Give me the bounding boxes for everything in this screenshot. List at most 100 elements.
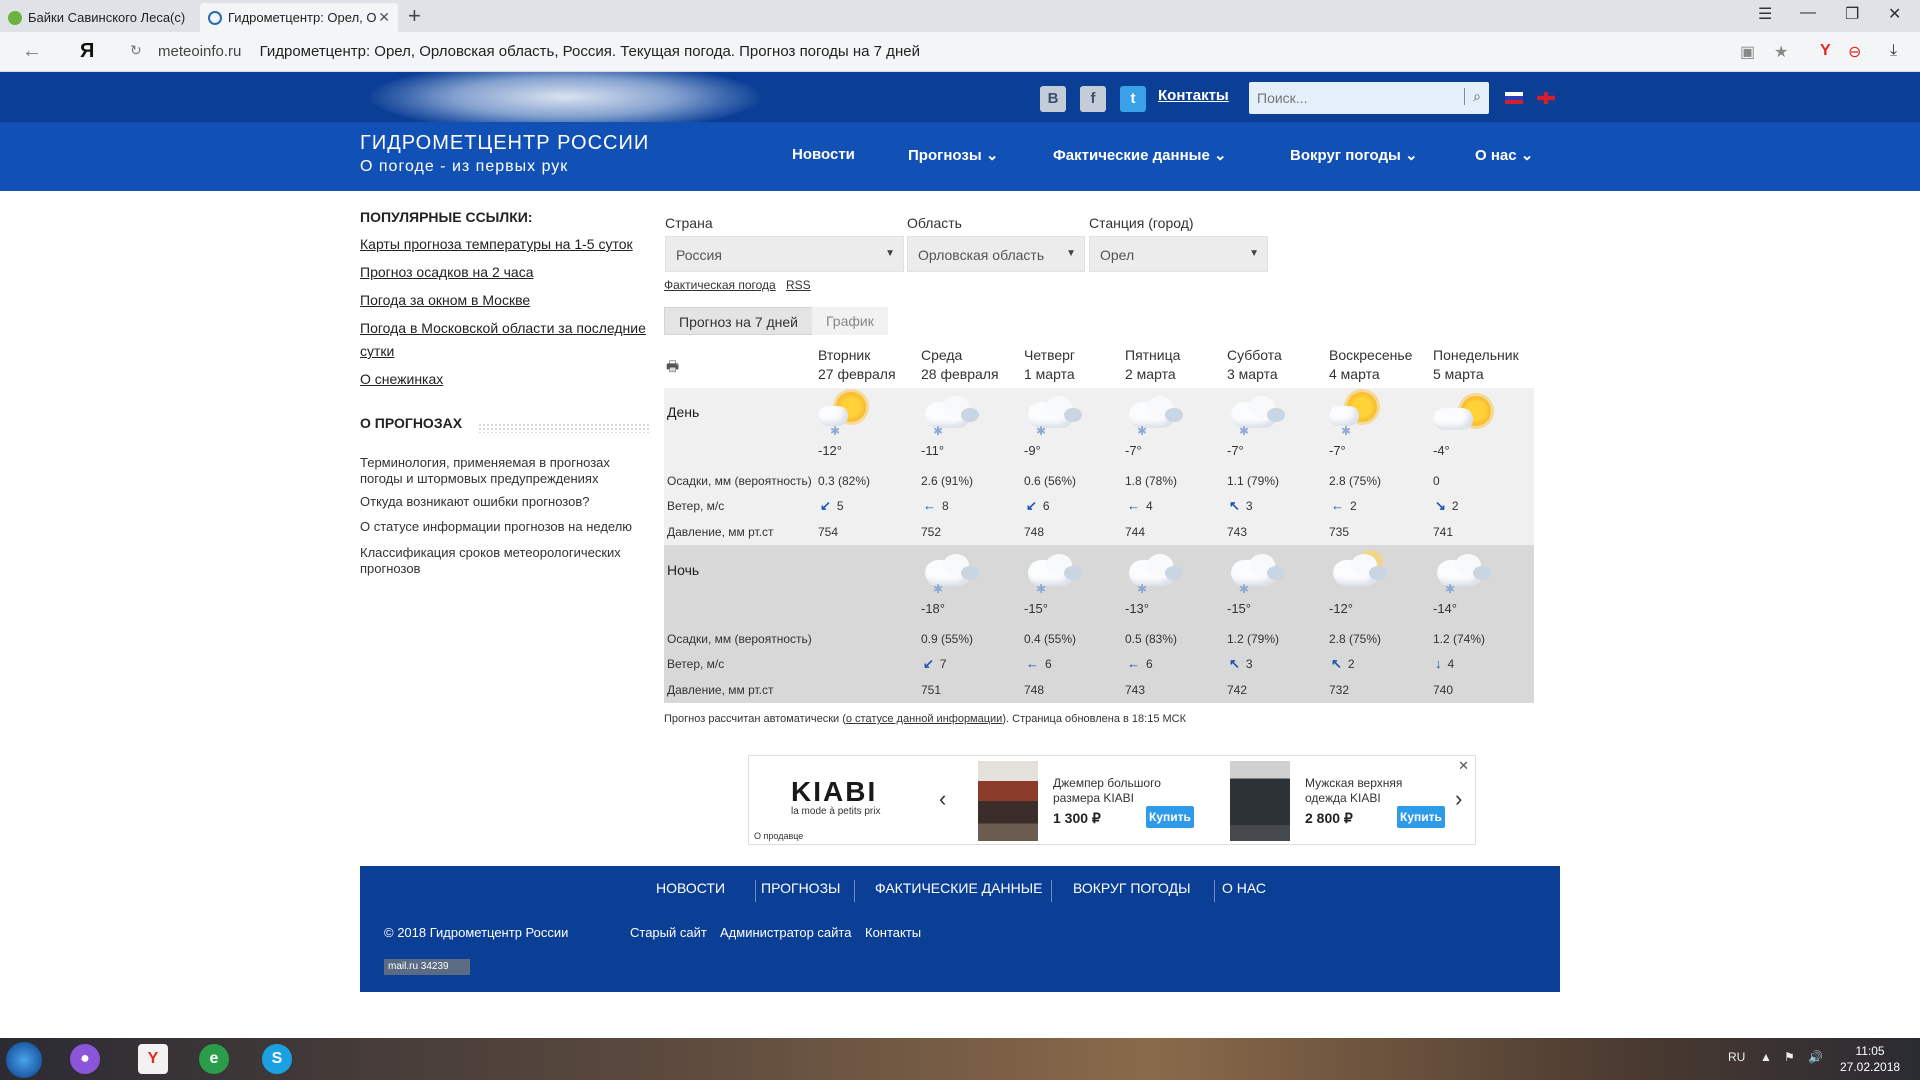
- site-logo-title[interactable]: ГИДРОМЕТЦЕНТР РОССИИ: [360, 132, 649, 155]
- night-temperature: -14°: [1433, 601, 1457, 616]
- facebook-icon[interactable]: f: [1080, 86, 1106, 112]
- restore-icon[interactable]: ❐: [1845, 4, 1859, 24]
- nav-around-weather[interactable]: Вокруг погоды ⌄: [1290, 146, 1418, 164]
- close-window-icon[interactable]: ✕: [1888, 4, 1901, 24]
- popular-links-heading: ПОПУЛЯРНЫЕ ССЫЛКИ:: [360, 209, 533, 225]
- yandex-browser-icon[interactable]: Y: [138, 1044, 168, 1074]
- tab-7-day-forecast[interactable]: Прогноз на 7 дней: [664, 307, 813, 335]
- status-info-link[interactable]: о статусе данной информации: [846, 713, 1002, 725]
- url-field[interactable]: meteoinfo.ru Гидрометцентр: Орел, Орловс…: [158, 43, 920, 60]
- ad-seller-link[interactable]: О продавце: [754, 831, 803, 841]
- wind-speed: 7: [939, 657, 947, 671]
- footer-old-site-link[interactable]: Старый сайт: [630, 925, 707, 940]
- footer-nav-actual-data[interactable]: ФАКТИЧЕСКИЕ ДАННЫЕ: [875, 880, 1042, 896]
- yandex-logo-icon[interactable]: Я: [80, 40, 94, 63]
- download-icon[interactable]: ⤓: [1890, 42, 1897, 60]
- browser-tab[interactable]: Байки Савинского Леса(с): [0, 3, 198, 32]
- day-pressure: 735: [1329, 525, 1350, 539]
- nav-news[interactable]: Новости: [792, 146, 855, 163]
- tab-chart[interactable]: График: [812, 307, 888, 335]
- ad-next-arrow-icon[interactable]: ›: [1455, 786, 1462, 812]
- vk-icon[interactable]: B: [1040, 86, 1066, 112]
- network-icon[interactable]: ⚑: [1784, 1050, 1795, 1064]
- contacts-link[interactable]: Контакты: [1158, 87, 1229, 104]
- nav-actual-data[interactable]: Фактические данные ⌄: [1053, 146, 1227, 164]
- ad-product-image[interactable]: [1230, 761, 1290, 841]
- sidebar-item[interactable]: Откуда возникают ошибки прогнозов?: [360, 494, 640, 510]
- ad-prev-arrow-icon[interactable]: ‹: [939, 786, 946, 812]
- new-tab-button[interactable]: +: [408, 3, 421, 29]
- region-select[interactable]: Орловская область ▼: [907, 236, 1085, 272]
- sidebar-link[interactable]: Карты прогноза температуры на 1-5 суток: [360, 233, 650, 256]
- url-page-title: Гидрометцентр: Орел, Орловская область, …: [259, 43, 920, 60]
- site-logo-subtitle: О погоде - из первых рук: [360, 158, 569, 175]
- close-tab-icon[interactable]: ✕: [378, 3, 390, 32]
- wind-direction-arrow-icon: ↓: [1435, 656, 1442, 671]
- mailru-counter[interactable]: mail.ru 34239: [384, 959, 470, 975]
- sidebar-item[interactable]: Классификация сроков метеорологических п…: [360, 545, 640, 577]
- language-indicator[interactable]: RU: [1728, 1050, 1745, 1064]
- ad-product-title[interactable]: Джемпер большого размера KIABI: [1053, 776, 1183, 806]
- ad-buy-button[interactable]: Купить: [1397, 806, 1445, 828]
- ad-buy-button[interactable]: Купить: [1146, 806, 1194, 828]
- rss-link[interactable]: RSS: [786, 278, 811, 292]
- search-input[interactable]: [1257, 88, 1447, 108]
- nav-about[interactable]: О нас ⌄: [1475, 146, 1533, 164]
- footer-nav-forecasts[interactable]: ПРОГНОЗЫ: [761, 880, 840, 896]
- nav-forecasts[interactable]: Прогнозы ⌄: [908, 146, 998, 164]
- print-icon[interactable]: 🖶: [666, 356, 679, 380]
- footer-nav-news[interactable]: НОВОСТИ: [656, 880, 725, 896]
- tray-expand-icon[interactable]: ▲: [1760, 1050, 1772, 1064]
- uk-flag-icon[interactable]: [1537, 92, 1555, 104]
- country-select[interactable]: Россия ▼: [665, 236, 904, 272]
- bookmark-star-icon[interactable]: ★: [1774, 42, 1788, 62]
- yandex-y-icon[interactable]: Y: [1820, 42, 1831, 60]
- skype-icon[interactable]: S: [262, 1044, 292, 1074]
- ad-product-image[interactable]: [978, 761, 1038, 841]
- ad-close-icon[interactable]: ✕: [1458, 758, 1469, 774]
- day-date: 27 февраля: [818, 366, 896, 382]
- sidebar-item[interactable]: Терминология, применяемая в прогнозах по…: [360, 455, 640, 487]
- day-label: День: [667, 404, 700, 420]
- ad-brand-logo[interactable]: KIABI: [791, 776, 877, 808]
- reload-icon[interactable]: ↻: [130, 42, 142, 59]
- night-label: Ночь: [667, 562, 700, 578]
- search-icon[interactable]: ⌕: [1464, 88, 1481, 105]
- day-precipitation: 2.6 (91%): [921, 474, 974, 488]
- wind-value: ← 2: [1331, 498, 1357, 513]
- footer-admin-link[interactable]: Администратор сайта: [720, 925, 851, 940]
- sidebar-link[interactable]: О снежинках: [360, 368, 650, 391]
- night-temperature: -13°: [1125, 601, 1149, 616]
- ad-product-title[interactable]: Мужская верхняя одежда KIABI: [1305, 776, 1435, 806]
- start-button-icon[interactable]: [6, 1042, 42, 1078]
- menu-icon[interactable]: ☰: [1758, 4, 1772, 24]
- wind-direction-arrow-icon: ←: [923, 498, 936, 513]
- footer-nav-about[interactable]: О НАС: [1222, 880, 1266, 896]
- volume-icon[interactable]: 🔊: [1808, 1050, 1823, 1064]
- sidebar-link[interactable]: Погода в Московской области за последние…: [360, 317, 650, 363]
- day-name: Среда: [921, 347, 963, 363]
- sidebar-link[interactable]: Прогноз осадков на 2 часа: [360, 261, 650, 284]
- system-clock[interactable]: 11:05 27.02.2018: [1840, 1043, 1900, 1075]
- day-date: 5 марта: [1433, 366, 1484, 382]
- minimize-icon[interactable]: —: [1800, 4, 1816, 22]
- twitter-icon[interactable]: t: [1120, 86, 1146, 112]
- footer-nav-around-weather[interactable]: ВОКРУГ ПОГОДЫ: [1073, 880, 1191, 896]
- browser-tab-active[interactable]: Гидрометцентр: Орел, О ✕: [200, 3, 398, 32]
- russian-flag-icon[interactable]: [1505, 92, 1523, 104]
- night-pressure: 742: [1227, 683, 1248, 697]
- country-label: Страна: [665, 215, 713, 231]
- footer-contacts-link[interactable]: Контакты: [865, 925, 921, 940]
- adblock-icon[interactable]: ⊖: [1848, 42, 1861, 62]
- microphone-icon[interactable]: ●: [70, 1044, 100, 1074]
- sidebar-item[interactable]: О статусе информации прогнозов на неделю: [360, 519, 640, 535]
- day-temperature: -7°: [1227, 443, 1244, 458]
- lock-icon[interactable]: ▣: [1740, 42, 1755, 62]
- wind-value: ↖ 3: [1229, 498, 1253, 514]
- actual-weather-link[interactable]: Фактическая погода: [664, 278, 776, 292]
- wind-value: ← 6: [1127, 656, 1153, 671]
- evernote-icon[interactable]: e: [199, 1044, 229, 1074]
- sidebar-link[interactable]: Погода за окном в Москве: [360, 289, 650, 312]
- station-select[interactable]: Орел ▼: [1089, 236, 1268, 272]
- back-arrow-icon[interactable]: ←: [22, 40, 42, 63]
